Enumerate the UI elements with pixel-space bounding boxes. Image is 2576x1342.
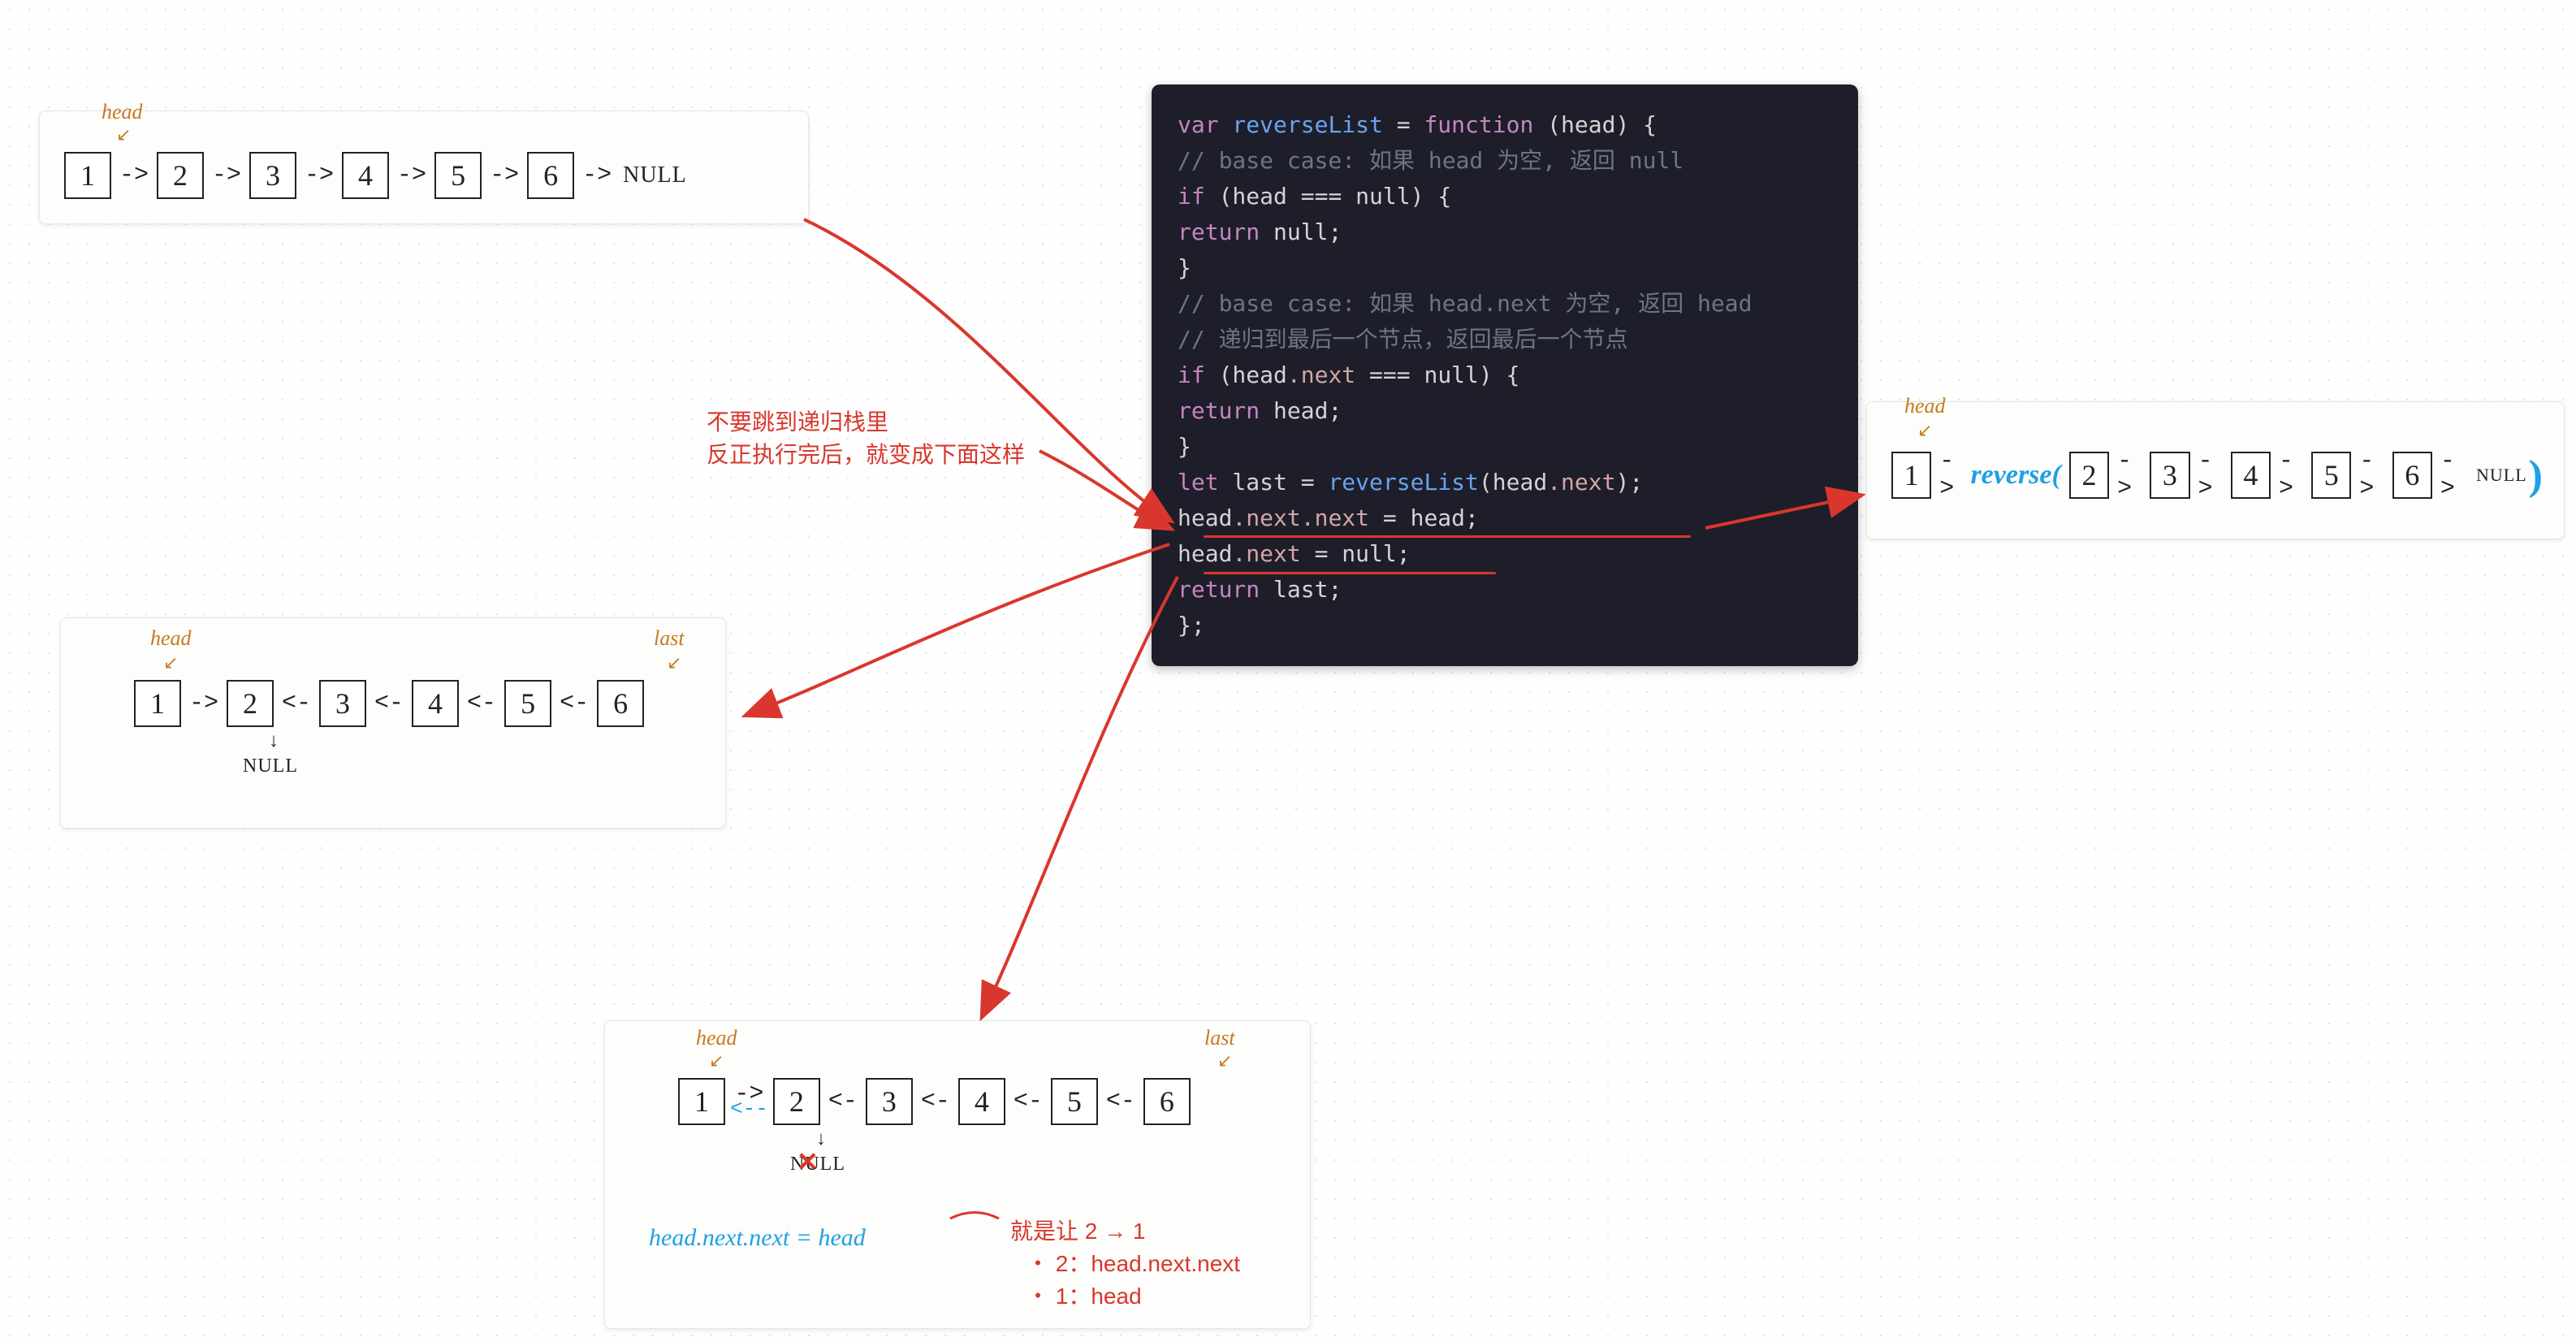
arrow-fwd: -> xyxy=(212,162,241,189)
annotation-explain: 就是让 2 → 1 ・ 2：head.next.next ・ 1：head xyxy=(1010,1215,1240,1313)
null-text: NULL xyxy=(2476,465,2527,486)
list-row: 1 -> <-- 2 <- 3 <- 4 <- 5 <- 6 xyxy=(673,1078,1290,1125)
arrow-fwd: -> xyxy=(2440,448,2465,503)
arrow-back: <- xyxy=(560,690,589,717)
code-line-8: if (head.next === null) { xyxy=(1178,357,1832,393)
annotation-line-2: 反正执行完后，就变成下面这样 xyxy=(707,439,1025,471)
node-6: 6 xyxy=(597,680,644,727)
arrow-fwd: -> xyxy=(490,162,519,189)
reverse-text: reverse( xyxy=(1970,460,2060,491)
list-row: 1 -> reverse( 2 -> 3 -> 4 -> 5 -> 6 -> N… xyxy=(1887,448,2544,503)
node-1: 1 xyxy=(678,1078,725,1125)
code-line-14: head.next = null; xyxy=(1178,536,1832,572)
node-2: 2 xyxy=(157,152,204,199)
diagram-after-recursion: head ↙ last ↙ 1 -> 2 <- 3 <- 4 <- 5 <- 6… xyxy=(60,617,726,829)
arrow-back: <- xyxy=(1014,1088,1043,1115)
null-text: NULL xyxy=(623,162,687,188)
node-2: 2 xyxy=(773,1078,820,1125)
node-6: 6 xyxy=(527,152,574,199)
node-6: 6 xyxy=(2392,452,2432,499)
arrow-back: <- xyxy=(282,690,311,717)
head-pointer-arrow: ↙ xyxy=(709,1050,724,1071)
code-block: var reverseList = function (head) { // b… xyxy=(1152,84,1858,666)
head-pointer-arrow: ↙ xyxy=(1917,420,1932,441)
node-1: 1 xyxy=(134,680,181,727)
last-label: last xyxy=(1204,1026,1235,1050)
node-4: 4 xyxy=(342,152,389,199)
arrow-back: <- xyxy=(1106,1088,1135,1115)
code-line-1: var reverseList = function (head) { xyxy=(1178,107,1832,143)
node-3: 3 xyxy=(249,152,296,199)
node-5: 5 xyxy=(434,152,482,199)
head-pointer-arrow: ↙ xyxy=(163,652,178,673)
annotation-title: 就是让 2 → 1 xyxy=(1010,1215,1240,1248)
arrow-back-blue: <-- xyxy=(730,1102,768,1116)
code-line-13: head.next.next = head; xyxy=(1178,500,1832,536)
cross-out-icon: ✕ xyxy=(797,1146,819,1177)
head-label: head xyxy=(150,626,192,651)
arrow-fwd: -> xyxy=(119,162,149,189)
node-5: 5 xyxy=(1051,1078,1098,1125)
last-pointer-arrow: ↙ xyxy=(667,652,681,673)
node-2: 2 xyxy=(227,680,274,727)
arrow-back: <- xyxy=(921,1088,950,1115)
code-line-9: return head; xyxy=(1178,393,1832,429)
arrow-back: <- xyxy=(467,690,496,717)
down-arrow: ↓ xyxy=(816,1128,1290,1150)
node-2: 2 xyxy=(2069,452,2109,499)
arrow-fwd: -> xyxy=(189,690,218,717)
head-label: head xyxy=(1904,394,1946,418)
annotation-line-1: 不要跳到递归栈里 xyxy=(707,406,1025,439)
underline-next-next xyxy=(1204,572,1496,574)
down-arrow: ↓ xyxy=(269,730,706,752)
null-below: NULL xyxy=(214,755,327,777)
code-line-2: // base case: 如果 head 为空, 返回 null xyxy=(1178,143,1832,179)
list-row: 1 -> 2 <- 3 <- 4 <- 5 <- 6 xyxy=(129,680,706,727)
code-line-17: }; xyxy=(1178,608,1832,643)
last-pointer-arrow: ↙ xyxy=(1217,1050,1232,1071)
code-line-4: return null; xyxy=(1178,214,1832,250)
node-5: 5 xyxy=(504,680,551,727)
arrow-fwd: -> xyxy=(1939,448,1964,503)
arrow-fwd: -> xyxy=(2279,448,2303,503)
close-paren: ) xyxy=(2529,452,2543,500)
underline-recursive-call xyxy=(1204,535,1691,538)
code-line-10: } xyxy=(1178,429,1832,465)
annotation-bullet-1: ・ 2：head.next.next xyxy=(1027,1248,1240,1280)
head-label: head xyxy=(102,100,143,124)
arrow-back: <- xyxy=(374,690,404,717)
node-6: 6 xyxy=(1143,1078,1191,1125)
node-4: 4 xyxy=(2231,452,2271,499)
arrow-fwd: -> xyxy=(305,162,334,189)
node-4: 4 xyxy=(412,680,459,727)
diagram-initial-list: head ↙ 1 -> 2 -> 3 -> 4 -> 5 -> 6 -> NUL… xyxy=(39,110,809,224)
code-line-16: return last; xyxy=(1178,572,1832,608)
code-line-12: let last = reverseList(head.next); xyxy=(1178,465,1832,500)
list-row: 1 -> 2 -> 3 -> 4 -> 5 -> 6 -> NULL xyxy=(59,152,789,199)
arrow-back: <- xyxy=(828,1088,858,1115)
node-3: 3 xyxy=(866,1078,913,1125)
last-label: last xyxy=(654,626,685,651)
node-3: 3 xyxy=(2150,452,2189,499)
code-line-5: } xyxy=(1178,250,1832,286)
head-label: head xyxy=(696,1026,737,1050)
head-pointer-arrow: ↙ xyxy=(116,124,131,145)
node-1: 1 xyxy=(64,152,111,199)
arrow-fwd: -> xyxy=(2359,448,2384,503)
code-line-7: // 递归到最后一个节点，返回最后一个节点 xyxy=(1178,322,1832,357)
node-4: 4 xyxy=(958,1078,1005,1125)
arrow-fwd: -> xyxy=(2117,448,2142,503)
diagram-reverse-call: head ↙ 1 -> reverse( 2 -> 3 -> 4 -> 5 ->… xyxy=(1866,401,2565,539)
node-1: 1 xyxy=(1891,452,1931,499)
code-line-6: // base case: 如果 head.next 为空, 返回 head xyxy=(1178,286,1832,322)
node-5: 5 xyxy=(2311,452,2351,499)
annotation-recursion-hint: 不要跳到递归栈里 反正执行完后，就变成下面这样 xyxy=(707,406,1025,471)
arrow-fwd: -> xyxy=(2198,448,2223,503)
arrow-fwd: -> xyxy=(397,162,426,189)
annotation-bullet-2: ・ 1：head xyxy=(1027,1280,1240,1313)
code-line-3: if (head === null) { xyxy=(1178,179,1832,214)
node-3: 3 xyxy=(319,680,366,727)
arrow-fwd: -> xyxy=(582,162,612,189)
